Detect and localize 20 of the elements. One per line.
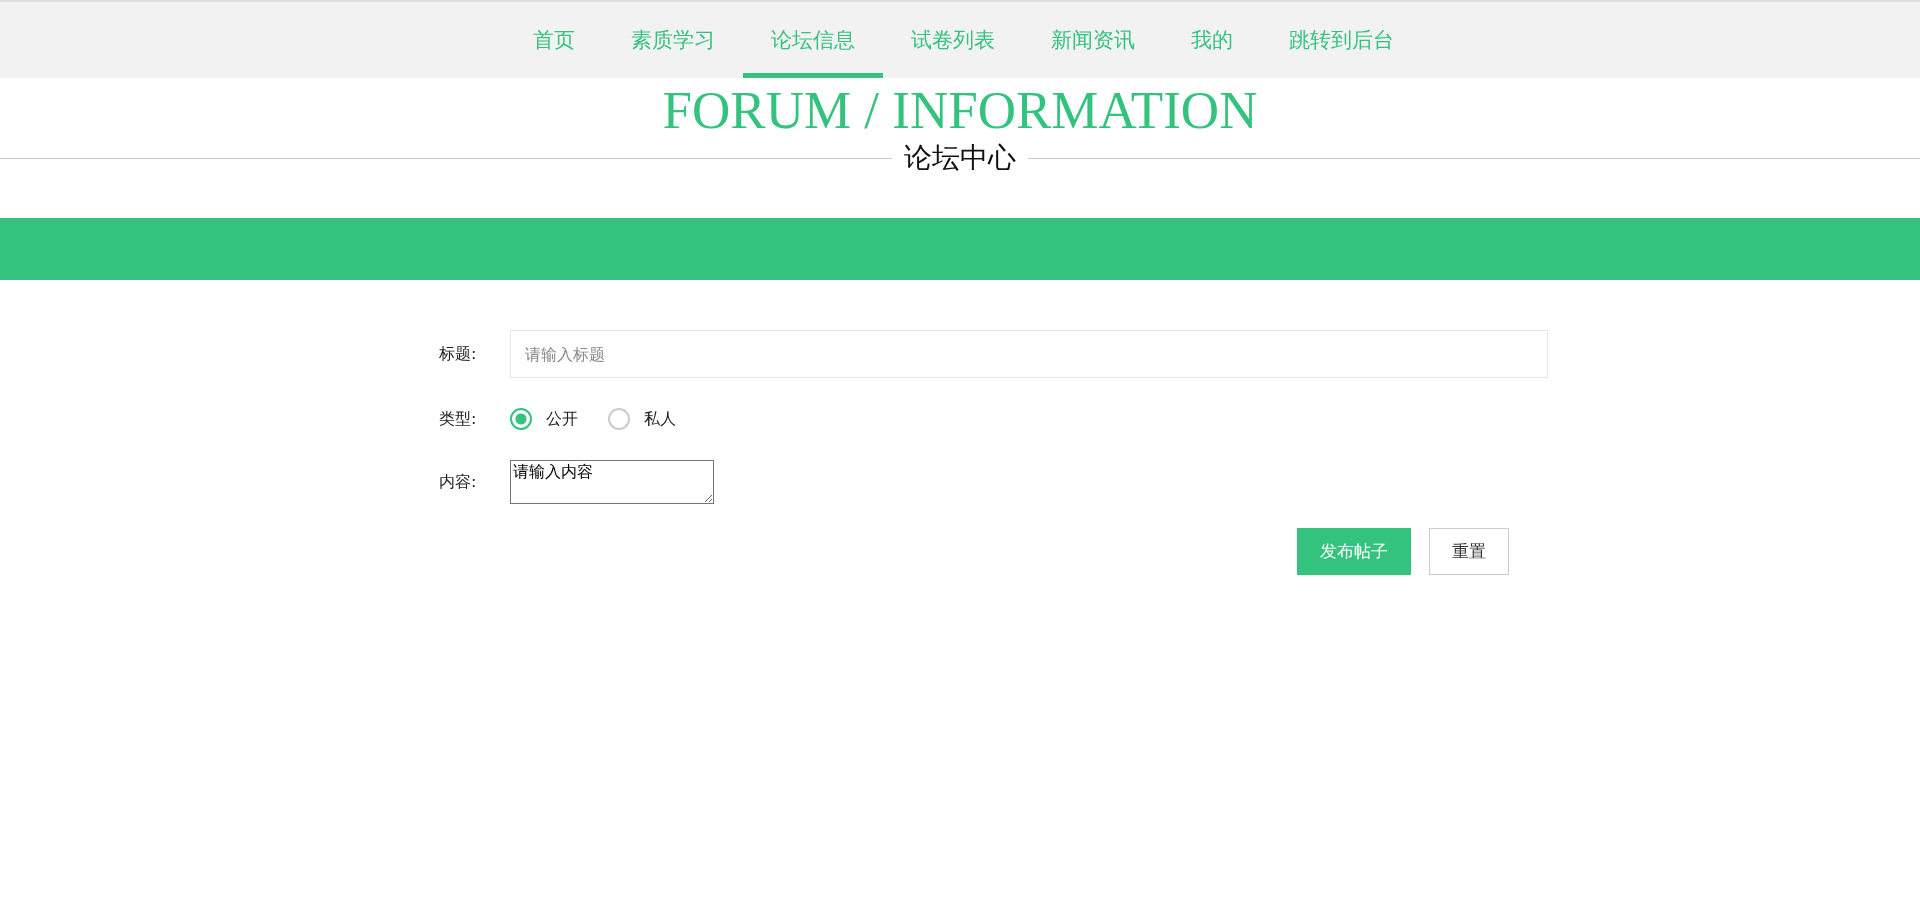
title-input-field[interactable]: 请输入标题 [510,330,1548,378]
publish-button[interactable]: 发布帖子 [1297,528,1411,575]
nav-tab[interactable]: 跳转到后台 [1260,2,1422,78]
field-label: 标题: [439,343,478,365]
radio-button[interactable] [608,408,630,430]
nav-tab[interactable]: 我的 [1162,2,1261,78]
nav-tab[interactable]: 首页 [504,2,603,78]
nav-tab[interactable]: 新闻资讯 [1022,2,1163,78]
page-title: FORUM / INFORMATION [661,80,1259,140]
field-label: 内容: [439,471,478,493]
field-label: 类型: [439,408,478,430]
nav-tab[interactable]: 论坛信息 [742,2,883,78]
nav-tab[interactable]: 素质学习 [602,2,743,78]
nav-tab[interactable]: 试卷列表 [882,2,1023,78]
page-subtitle: 论坛中心 [903,140,1017,176]
radio-label[interactable]: 公开 [546,408,578,430]
reset-button[interactable]: 重置 [1429,528,1509,575]
radio-button[interactable] [510,408,532,430]
radio-label[interactable]: 私人 [644,408,676,430]
content-textarea[interactable]: 请输入内容 [510,460,714,504]
